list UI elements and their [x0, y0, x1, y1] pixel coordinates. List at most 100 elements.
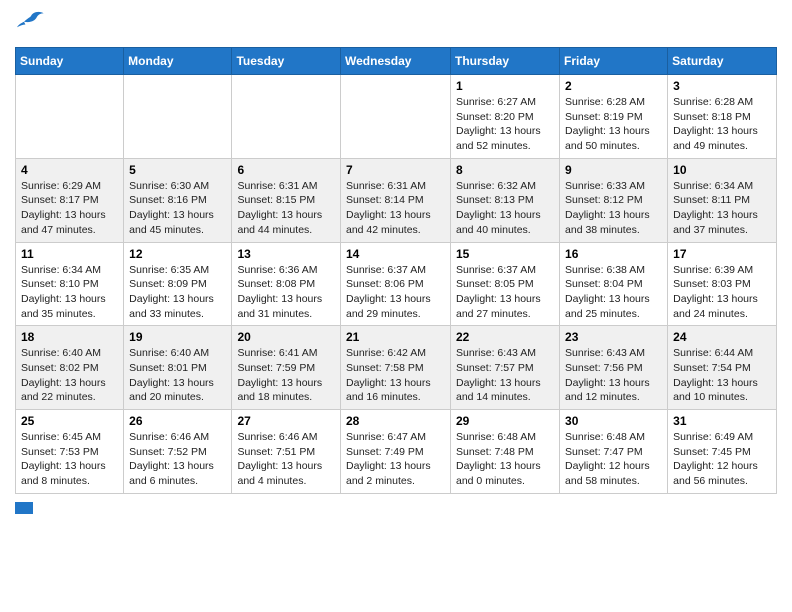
day-info: Sunrise: 6:30 AM Sunset: 8:16 PM Dayligh… — [129, 179, 226, 238]
calendar-cell: 11 Sunrise: 6:34 AM Sunset: 8:10 PM Dayli… — [16, 242, 124, 326]
day-info: Sunrise: 6:31 AM Sunset: 8:14 PM Dayligh… — [346, 179, 445, 238]
day-info: Sunrise: 6:27 AM Sunset: 8:20 PM Dayligh… — [456, 95, 554, 154]
day-number: 24 — [673, 330, 771, 344]
calendar-week-row: 18Sunrise: 6:40 AM Sunset: 8:02 PM Dayli… — [16, 326, 777, 410]
day-info: Sunrise: 6:34 AM Sunset: 8:10 PM Dayligh… — [21, 263, 118, 322]
day-info: Sunrise: 6:39 AM Sunset: 8:03 PM Dayligh… — [673, 263, 771, 322]
day-info: Sunrise: 6:42 AM Sunset: 7:58 PM Dayligh… — [346, 346, 445, 405]
day-number: 30 — [565, 414, 662, 428]
calendar-cell: 19Sunrise: 6:40 AM Sunset: 8:01 PM Dayli… — [124, 326, 232, 410]
day-number: 8 — [456, 163, 554, 177]
calendar-cell — [124, 75, 232, 159]
day-number: 13 — [237, 247, 335, 261]
day-number: 23 — [565, 330, 662, 344]
day-info: Sunrise: 6:28 AM Sunset: 8:18 PM Dayligh… — [673, 95, 771, 154]
day-info: Sunrise: 6:48 AM Sunset: 7:48 PM Dayligh… — [456, 430, 554, 489]
day-info: Sunrise: 6:44 AM Sunset: 7:54 PM Dayligh… — [673, 346, 771, 405]
day-info: Sunrise: 6:37 AM Sunset: 8:06 PM Dayligh… — [346, 263, 445, 322]
day-number: 21 — [346, 330, 445, 344]
calendar-cell: 24 Sunrise: 6:44 AM Sunset: 7:54 PM Dayli… — [668, 326, 777, 410]
calendar-cell — [232, 75, 341, 159]
day-number: 4 — [21, 163, 118, 177]
calendar-cell: 17 Sunrise: 6:39 AM Sunset: 8:03 PM Dayli… — [668, 242, 777, 326]
calendar-cell: 22 Sunrise: 6:43 AM Sunset: 7:57 PM Dayli… — [451, 326, 560, 410]
calendar-header-monday: Monday — [124, 48, 232, 75]
day-number: 31 — [673, 414, 771, 428]
legend — [15, 502, 777, 514]
day-info: Sunrise: 6:33 AM Sunset: 8:12 PM Dayligh… — [565, 179, 662, 238]
calendar-cell: 10 Sunrise: 6:34 AM Sunset: 8:11 PM Dayli… — [668, 158, 777, 242]
calendar-cell: 8Sunrise: 6:32 AM Sunset: 8:13 PM Daylig… — [451, 158, 560, 242]
calendar-cell: 31 Sunrise: 6:49 AM Sunset: 7:45 PM Dayli… — [668, 410, 777, 494]
day-info: Sunrise: 6:28 AM Sunset: 8:19 PM Dayligh… — [565, 95, 662, 154]
day-info: Sunrise: 6:41 AM Sunset: 7:59 PM Dayligh… — [237, 346, 335, 405]
calendar-cell: 28 Sunrise: 6:47 AM Sunset: 7:49 PM Dayli… — [341, 410, 451, 494]
calendar-cell: 15 Sunrise: 6:37 AM Sunset: 8:05 PM Dayli… — [451, 242, 560, 326]
calendar-cell: 2 Sunrise: 6:28 AM Sunset: 8:19 PM Daylig… — [560, 75, 668, 159]
day-number: 26 — [129, 414, 226, 428]
day-number: 15 — [456, 247, 554, 261]
calendar-cell: 1Sunrise: 6:27 AM Sunset: 8:20 PM Daylig… — [451, 75, 560, 159]
logo — [15, 10, 45, 39]
calendar-cell: 12 Sunrise: 6:35 AM Sunset: 8:09 PM Dayli… — [124, 242, 232, 326]
calendar-cell: 5 Sunrise: 6:30 AM Sunset: 8:16 PM Daylig… — [124, 158, 232, 242]
calendar-cell: 16 Sunrise: 6:38 AM Sunset: 8:04 PM Dayli… — [560, 242, 668, 326]
day-info: Sunrise: 6:37 AM Sunset: 8:05 PM Dayligh… — [456, 263, 554, 322]
day-info: Sunrise: 6:29 AM Sunset: 8:17 PM Dayligh… — [21, 179, 118, 238]
day-info: Sunrise: 6:36 AM Sunset: 8:08 PM Dayligh… — [237, 263, 335, 322]
calendar-week-row: 4 Sunrise: 6:29 AM Sunset: 8:17 PM Daylig… — [16, 158, 777, 242]
day-info: Sunrise: 6:46 AM Sunset: 7:51 PM Dayligh… — [237, 430, 335, 489]
day-info: Sunrise: 6:47 AM Sunset: 7:49 PM Dayligh… — [346, 430, 445, 489]
day-number: 18 — [21, 330, 118, 344]
day-number: 3 — [673, 79, 771, 93]
logo-bird-icon — [17, 10, 45, 32]
calendar-cell: 9 Sunrise: 6:33 AM Sunset: 8:12 PM Daylig… — [560, 158, 668, 242]
day-number: 2 — [565, 79, 662, 93]
day-info: Sunrise: 6:45 AM Sunset: 7:53 PM Dayligh… — [21, 430, 118, 489]
calendar-week-row: 11 Sunrise: 6:34 AM Sunset: 8:10 PM Dayli… — [16, 242, 777, 326]
day-number: 10 — [673, 163, 771, 177]
calendar-cell: 29 Sunrise: 6:48 AM Sunset: 7:48 PM Dayli… — [451, 410, 560, 494]
day-number: 11 — [21, 247, 118, 261]
calendar-cell: 13 Sunrise: 6:36 AM Sunset: 8:08 PM Dayli… — [232, 242, 341, 326]
calendar-header-thursday: Thursday — [451, 48, 560, 75]
calendar-cell: 20 Sunrise: 6:41 AM Sunset: 7:59 PM Dayli… — [232, 326, 341, 410]
calendar-cell: 14 Sunrise: 6:37 AM Sunset: 8:06 PM Dayli… — [341, 242, 451, 326]
day-info: Sunrise: 6:43 AM Sunset: 7:57 PM Dayligh… — [456, 346, 554, 405]
day-number: 14 — [346, 247, 445, 261]
calendar-cell: 26 Sunrise: 6:46 AM Sunset: 7:52 PM Dayli… — [124, 410, 232, 494]
day-number: 28 — [346, 414, 445, 428]
day-info: Sunrise: 6:49 AM Sunset: 7:45 PM Dayligh… — [673, 430, 771, 489]
day-number: 29 — [456, 414, 554, 428]
calendar-cell: 7Sunrise: 6:31 AM Sunset: 8:14 PM Daylig… — [341, 158, 451, 242]
legend-color-box — [15, 502, 33, 514]
calendar-header-friday: Friday — [560, 48, 668, 75]
day-number: 16 — [565, 247, 662, 261]
calendar-cell: 3 Sunrise: 6:28 AM Sunset: 8:18 PM Daylig… — [668, 75, 777, 159]
calendar-header-tuesday: Tuesday — [232, 48, 341, 75]
day-info: Sunrise: 6:34 AM Sunset: 8:11 PM Dayligh… — [673, 179, 771, 238]
day-number: 27 — [237, 414, 335, 428]
calendar-cell: 4 Sunrise: 6:29 AM Sunset: 8:17 PM Daylig… — [16, 158, 124, 242]
day-info: Sunrise: 6:38 AM Sunset: 8:04 PM Dayligh… — [565, 263, 662, 322]
day-info: Sunrise: 6:35 AM Sunset: 8:09 PM Dayligh… — [129, 263, 226, 322]
day-info: Sunrise: 6:31 AM Sunset: 8:15 PM Dayligh… — [237, 179, 335, 238]
calendar-cell: 25 Sunrise: 6:45 AM Sunset: 7:53 PM Dayli… — [16, 410, 124, 494]
day-number: 5 — [129, 163, 226, 177]
calendar-cell — [341, 75, 451, 159]
day-number: 17 — [673, 247, 771, 261]
day-number: 20 — [237, 330, 335, 344]
day-number: 25 — [21, 414, 118, 428]
calendar-cell: 30Sunrise: 6:48 AM Sunset: 7:47 PM Dayli… — [560, 410, 668, 494]
day-info: Sunrise: 6:46 AM Sunset: 7:52 PM Dayligh… — [129, 430, 226, 489]
calendar-week-row: 1Sunrise: 6:27 AM Sunset: 8:20 PM Daylig… — [16, 75, 777, 159]
calendar-week-row: 25 Sunrise: 6:45 AM Sunset: 7:53 PM Dayli… — [16, 410, 777, 494]
day-number: 6 — [237, 163, 335, 177]
calendar-cell — [16, 75, 124, 159]
day-number: 22 — [456, 330, 554, 344]
calendar-header-wednesday: Wednesday — [341, 48, 451, 75]
calendar-cell: 21 Sunrise: 6:42 AM Sunset: 7:58 PM Dayli… — [341, 326, 451, 410]
day-number: 12 — [129, 247, 226, 261]
calendar-cell: 27 Sunrise: 6:46 AM Sunset: 7:51 PM Dayli… — [232, 410, 341, 494]
day-number: 9 — [565, 163, 662, 177]
